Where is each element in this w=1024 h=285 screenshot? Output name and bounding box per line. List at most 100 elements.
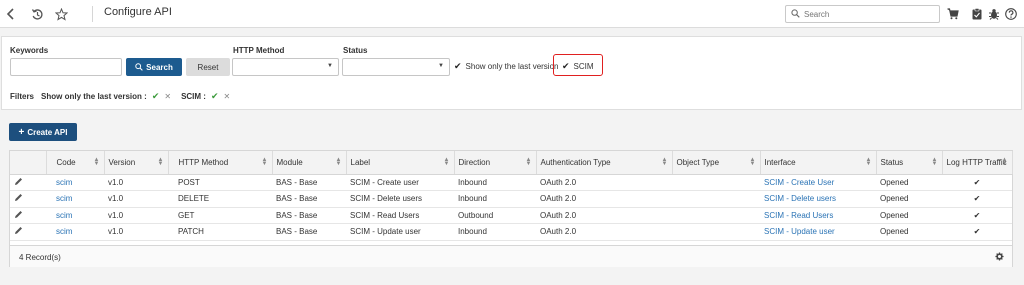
code-link[interactable]: scim [46,207,104,224]
column-header-label: HTTP Method [178,157,229,167]
pencil-icon[interactable] [10,207,46,224]
global-search-field[interactable] [785,5,940,23]
direction-cell: Outbound [454,207,536,224]
label-cell: SCIM - Create user [346,174,454,191]
label-cell: SCIM - Read Users [346,207,454,224]
column-header-log-http-traffic[interactable]: Log HTTP Traffic ▲ ▼ [942,151,1013,175]
status-cell: Opened [876,223,942,241]
help-icon[interactable] [1003,6,1019,22]
column-header-interface[interactable]: Interface ▲ ▼ [760,151,877,175]
sort-icon[interactable]: ▲ ▼ [444,157,450,167]
column-header-status[interactable]: Status ▲ ▼ [876,151,943,175]
sort-icon[interactable]: ▲ ▼ [932,157,938,167]
check-icon: ✔ [151,91,160,101]
reset-button[interactable]: Reset [186,58,230,76]
sort-icon[interactable]: ▲ ▼ [262,157,268,167]
http-method-select[interactable]: ▼ [232,58,339,76]
checkmark-icon: ✔ [454,61,462,71]
create-api-button[interactable]: + Create API [9,123,77,141]
status-cell: Opened [876,174,942,191]
column-header-label: Module [276,157,303,167]
caret-down-icon: ▼ [438,63,444,69]
column-header-http-method[interactable]: HTTP Method ▲ ▼ [168,151,273,175]
history-icon[interactable] [29,6,45,22]
module-cell: BAS - Base [272,207,346,224]
interface-link[interactable]: SCIM - Delete users [760,190,876,208]
search-button[interactable]: Search [126,58,182,76]
object-type-cell [672,174,760,191]
global-search-input[interactable] [804,8,936,20]
direction-cell: Inbound [454,223,536,241]
interface-link[interactable]: SCIM - Read Users [760,207,876,224]
keywords-label: Keywords [10,46,49,55]
column-header-label: Authentication Type [540,157,611,167]
auth-type-cell: OAuth 2.0 [536,174,672,191]
module-cell: BAS - Base [272,190,346,208]
column-header-authentication-type[interactable]: Authentication Type ▲ ▼ [536,151,673,175]
interface-link[interactable]: SCIM - Create User [760,174,876,191]
keywords-input[interactable] [10,58,122,76]
column-header-label: Label [350,157,371,167]
http-method-label: HTTP Method [233,46,285,55]
column-header-label-col[interactable]: Label ▲ ▼ [346,151,455,175]
sort-icon[interactable]: ▲ ▼ [158,157,164,167]
last-version-label: Show only the last version [465,62,559,71]
status-cell: Opened [876,207,942,224]
status-select[interactable]: ▼ [342,58,450,76]
column-header-object-type[interactable]: Object Type ▲ ▼ [672,151,761,175]
column-header-code[interactable]: Code ▲ ▼ [46,151,105,175]
table-row[interactable]: scim v1.0 DELETE BAS - Base SCIM - Delet… [10,190,1012,208]
chevron-left-icon[interactable] [3,6,19,22]
code-link[interactable]: scim [46,190,104,208]
search-icon [791,9,800,20]
http-method-cell: GET [168,207,272,224]
code-link[interactable]: scim [46,223,104,241]
sort-icon[interactable]: ▲ ▼ [1002,157,1008,167]
remove-filter-scim[interactable]: ✕ [224,92,231,101]
code-link[interactable]: scim [46,174,104,191]
column-header-module[interactable]: Module ▲ ▼ [272,151,347,175]
create-api-label: Create API [27,127,68,137]
http-method-cell: POST [168,174,272,191]
http-method-cell: PATCH [168,223,272,241]
cart-icon[interactable] [945,6,961,22]
table-row[interactable]: scim v1.0 GET BAS - Base SCIM - Read Use… [10,207,1012,224]
scim-label: SCIM [573,62,594,71]
star-icon[interactable] [53,6,69,22]
gear-icon[interactable] [995,252,1004,263]
clipboard-icon[interactable] [969,6,985,22]
status-label: Status [343,46,368,55]
table-row[interactable]: scim v1.0 POST BAS - Base SCIM - Create … [10,174,1012,191]
interface-link[interactable]: SCIM - Update user [760,223,876,241]
search-button-label: Search [146,62,173,72]
last-version-checkbox[interactable]: ✔ Show only the last version [454,61,558,72]
pencil-icon[interactable] [10,174,46,191]
log-traffic-check: ✔ [942,207,1012,224]
bug-icon[interactable] [986,6,1002,22]
pencil-icon[interactable] [10,223,46,241]
table-row[interactable]: scim v1.0 PATCH BAS - Base SCIM - Update… [10,223,1012,241]
checkmark-icon: ✔ [562,61,570,71]
sort-icon[interactable]: ▲ ▼ [866,157,872,167]
log-traffic-check: ✔ [942,174,1012,191]
object-type-cell [672,207,760,224]
sort-icon[interactable]: ▲ ▼ [526,157,532,167]
pencil-icon[interactable] [10,190,46,208]
log-traffic-check: ✔ [942,190,1012,208]
scim-checkbox[interactable]: ✔ SCIM [562,61,594,72]
sort-icon[interactable]: ▲ ▼ [94,157,100,167]
sort-icon[interactable]: ▲ ▼ [336,157,342,167]
remove-filter-last-version[interactable]: ✕ [164,92,171,101]
sort-icon[interactable]: ▲ ▼ [662,157,668,167]
column-header-direction[interactable]: Direction ▲ ▼ [454,151,537,175]
top-bar: Configure API [0,0,1024,28]
version-cell: v1.0 [104,207,168,224]
column-header-version[interactable]: Version ▲ ▼ [104,151,169,175]
sort-icon[interactable]: ▲ ▼ [750,157,756,167]
page-title: Configure API [104,6,172,18]
table-footer: 4 Record(s) [10,245,1012,267]
version-cell: v1.0 [104,223,168,241]
object-type-cell [672,190,760,208]
log-traffic-check: ✔ [942,223,1012,241]
direction-cell: Inbound [454,174,536,191]
